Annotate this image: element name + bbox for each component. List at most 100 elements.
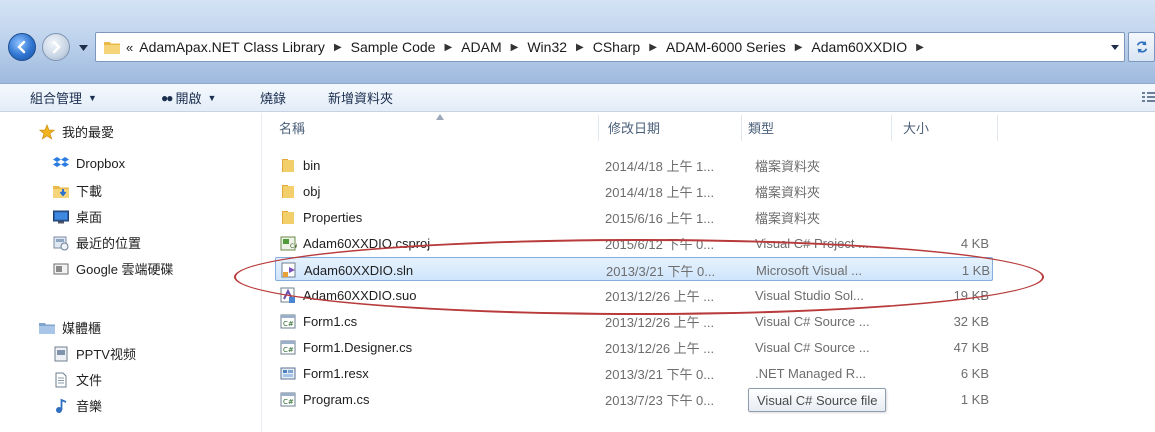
file-size: 1 KB bbox=[961, 262, 990, 278]
resx-icon bbox=[279, 364, 297, 382]
open-button[interactable]: ●● 開啟 ▼ bbox=[161, 88, 216, 107]
address-dropdown-icon[interactable] bbox=[1110, 42, 1120, 52]
file-name-cell: bin bbox=[279, 153, 599, 177]
file-date: 2013/3/21 下午 0... bbox=[605, 366, 715, 382]
file-size bbox=[905, 205, 989, 229]
file-name-cell: C# Program.cs bbox=[279, 387, 599, 411]
column-header-type[interactable]: 類型 bbox=[748, 113, 888, 142]
column-header-size[interactable]: 大小 bbox=[903, 113, 993, 142]
file-date: 2015/6/12 下午 0... bbox=[605, 236, 715, 252]
file-row[interactable]: C# Adam60XXDIO.csproj 2015/6/12 下午 0... … bbox=[275, 231, 993, 255]
refresh-icon bbox=[1136, 40, 1147, 54]
file-date: 2013/3/21 下午 0... bbox=[606, 263, 716, 279]
nav-item-libraries[interactable]: 媒體櫃 bbox=[38, 318, 101, 337]
breadcrumb-item[interactable]: ADAM-6000 Series ▶ bbox=[666, 39, 812, 55]
file-row[interactable]: C# Form1.Designer.cs 2013/12/26 上午 ... V… bbox=[275, 335, 993, 359]
breadcrumb-label: Win32 bbox=[527, 39, 568, 55]
nav-label: 我的最愛 bbox=[62, 125, 115, 140]
breadcrumb-item[interactable]: ADAM ▶ bbox=[461, 39, 527, 55]
file-row[interactable]: C# Form1.cs 2013/12/26 上午 ... Visual C# … bbox=[275, 309, 993, 333]
file-type: 檔案資料夾 bbox=[755, 210, 821, 226]
file-name-cell: C# Form1.Designer.cs bbox=[279, 335, 599, 359]
file-row[interactable]: Form1.resx 2013/3/21 下午 0... .NET Manage… bbox=[275, 361, 993, 385]
breadcrumb-separator-icon[interactable]: ▶ bbox=[576, 42, 584, 53]
file-row-selected[interactable]: Adam60XXDIO.sln 2013/3/21 下午 0... Micros… bbox=[275, 257, 993, 281]
file-name: Program.cs bbox=[303, 391, 370, 407]
nav-label: 音樂 bbox=[76, 399, 103, 414]
nav-item-recent-places[interactable]: 最近的位置 bbox=[52, 233, 141, 252]
file-row[interactable]: Properties 2015/6/16 上午 1... 檔案資料夾 bbox=[275, 205, 993, 229]
file-type: Visual C# Source ... bbox=[755, 313, 870, 329]
address-breadcrumb[interactable]: « AdamApax.NET Class Library ▶ Sample Cod… bbox=[95, 32, 1125, 62]
nav-item-dropbox[interactable]: Dropbox bbox=[52, 155, 125, 171]
file-size bbox=[905, 153, 989, 177]
folder-icon bbox=[279, 156, 297, 174]
column-header-label: 名稱 bbox=[279, 121, 306, 136]
breadcrumb-separator-icon[interactable]: ▶ bbox=[444, 42, 452, 53]
column-divider[interactable] bbox=[598, 115, 599, 141]
nav-label: 文件 bbox=[76, 373, 103, 388]
type-tooltip: Visual C# Source file bbox=[748, 388, 887, 412]
breadcrumb-separator-icon[interactable]: ▶ bbox=[649, 42, 657, 53]
file-size: 32 KB bbox=[953, 313, 989, 329]
recent-pages-button[interactable] bbox=[76, 38, 90, 58]
burn-label: 燒錄 bbox=[260, 91, 287, 106]
column-divider[interactable] bbox=[741, 115, 742, 141]
navigation-pane: 我的最愛 Dropbox 下載 桌面 最近的位置 Google 雲端硬碟 媒體櫃… bbox=[0, 113, 262, 432]
file-name: Form1.Designer.cs bbox=[303, 339, 413, 355]
breadcrumb-separator-icon[interactable]: ▶ bbox=[916, 42, 924, 53]
breadcrumb-separator-icon[interactable]: ▶ bbox=[334, 42, 342, 53]
breadcrumb-label: Sample Code bbox=[350, 39, 436, 55]
column-header-date[interactable]: 修改日期 bbox=[608, 113, 748, 142]
nav-item-desktop[interactable]: 桌面 bbox=[52, 207, 102, 226]
cs-file-icon: C# bbox=[279, 338, 297, 356]
nav-item-documents[interactable]: 文件 bbox=[52, 370, 102, 389]
svg-text:C#: C# bbox=[283, 320, 294, 328]
breadcrumb-separator-icon[interactable]: ▶ bbox=[511, 42, 519, 53]
recent-places-icon bbox=[52, 235, 70, 251]
file-name-cell: C# Adam60XXDIO.csproj bbox=[279, 231, 599, 255]
nav-item-pptv[interactable]: PPTV视频 bbox=[52, 344, 136, 363]
column-header-name[interactable]: 名稱 bbox=[279, 113, 589, 142]
cs-file-icon: C# bbox=[279, 312, 297, 330]
breadcrumb-item[interactable]: Adam60XXDIO ▶ bbox=[811, 39, 932, 55]
file-row[interactable]: Adam60XXDIO.suo 2013/12/26 上午 ... Visual… bbox=[275, 283, 993, 307]
back-button[interactable] bbox=[8, 33, 36, 61]
breadcrumb-label: AdamApax.NET Class Library bbox=[139, 39, 325, 55]
breadcrumb-overflow[interactable]: « bbox=[126, 40, 133, 55]
burn-button[interactable]: 燒錄 bbox=[260, 88, 286, 107]
file-row[interactable]: obj 2014/4/18 上午 1... 檔案資料夾 bbox=[275, 179, 993, 203]
column-divider[interactable] bbox=[891, 115, 892, 141]
music-note-icon bbox=[52, 398, 70, 414]
breadcrumb-item[interactable]: Sample Code ▶ bbox=[351, 39, 462, 55]
nav-item-music[interactable]: 音樂 bbox=[52, 396, 102, 415]
csproj-icon: C# bbox=[279, 234, 297, 252]
file-date: 2013/12/26 上午 ... bbox=[605, 288, 715, 304]
file-size bbox=[905, 179, 989, 203]
new-folder-button[interactable]: 新增資料夾 bbox=[328, 88, 393, 107]
svg-text:C#: C# bbox=[283, 398, 294, 406]
forward-button[interactable] bbox=[42, 33, 70, 61]
breadcrumb-item[interactable]: CSharp ▶ bbox=[593, 39, 666, 55]
file-name: Adam60XXDIO.sln bbox=[304, 262, 414, 278]
nav-item-google-drive[interactable]: Google 雲端硬碟 bbox=[52, 259, 174, 278]
breadcrumb-separator-icon[interactable]: ▶ bbox=[795, 42, 803, 53]
file-date: 2014/4/18 上午 1... bbox=[605, 158, 715, 174]
nav-item-favorites[interactable]: 我的最愛 bbox=[38, 122, 114, 141]
desktop-icon bbox=[52, 209, 70, 225]
breadcrumb-item[interactable]: Win32 ▶ bbox=[527, 39, 592, 55]
nav-item-downloads[interactable]: 下載 bbox=[52, 181, 102, 200]
file-name: Form1.cs bbox=[303, 313, 358, 329]
refresh-button[interactable] bbox=[1128, 32, 1155, 62]
file-date: 2015/6/16 上午 1... bbox=[605, 210, 715, 226]
document-icon bbox=[52, 372, 70, 388]
column-header-label: 大小 bbox=[903, 121, 930, 136]
organize-button[interactable]: 組合管理 ▼ bbox=[30, 88, 97, 107]
change-view-icon[interactable] bbox=[1141, 90, 1155, 104]
dropbox-icon bbox=[52, 155, 70, 171]
svg-text:C#: C# bbox=[283, 346, 294, 354]
file-row[interactable]: bin 2014/4/18 上午 1... 檔案資料夾 bbox=[275, 153, 993, 177]
column-divider[interactable] bbox=[997, 115, 998, 141]
command-bar: 組合管理 ▼ ●● 開啟 ▼ 燒錄 新增資料夾 bbox=[0, 84, 1155, 112]
breadcrumb-item[interactable]: AdamApax.NET Class Library ▶ bbox=[139, 39, 350, 55]
